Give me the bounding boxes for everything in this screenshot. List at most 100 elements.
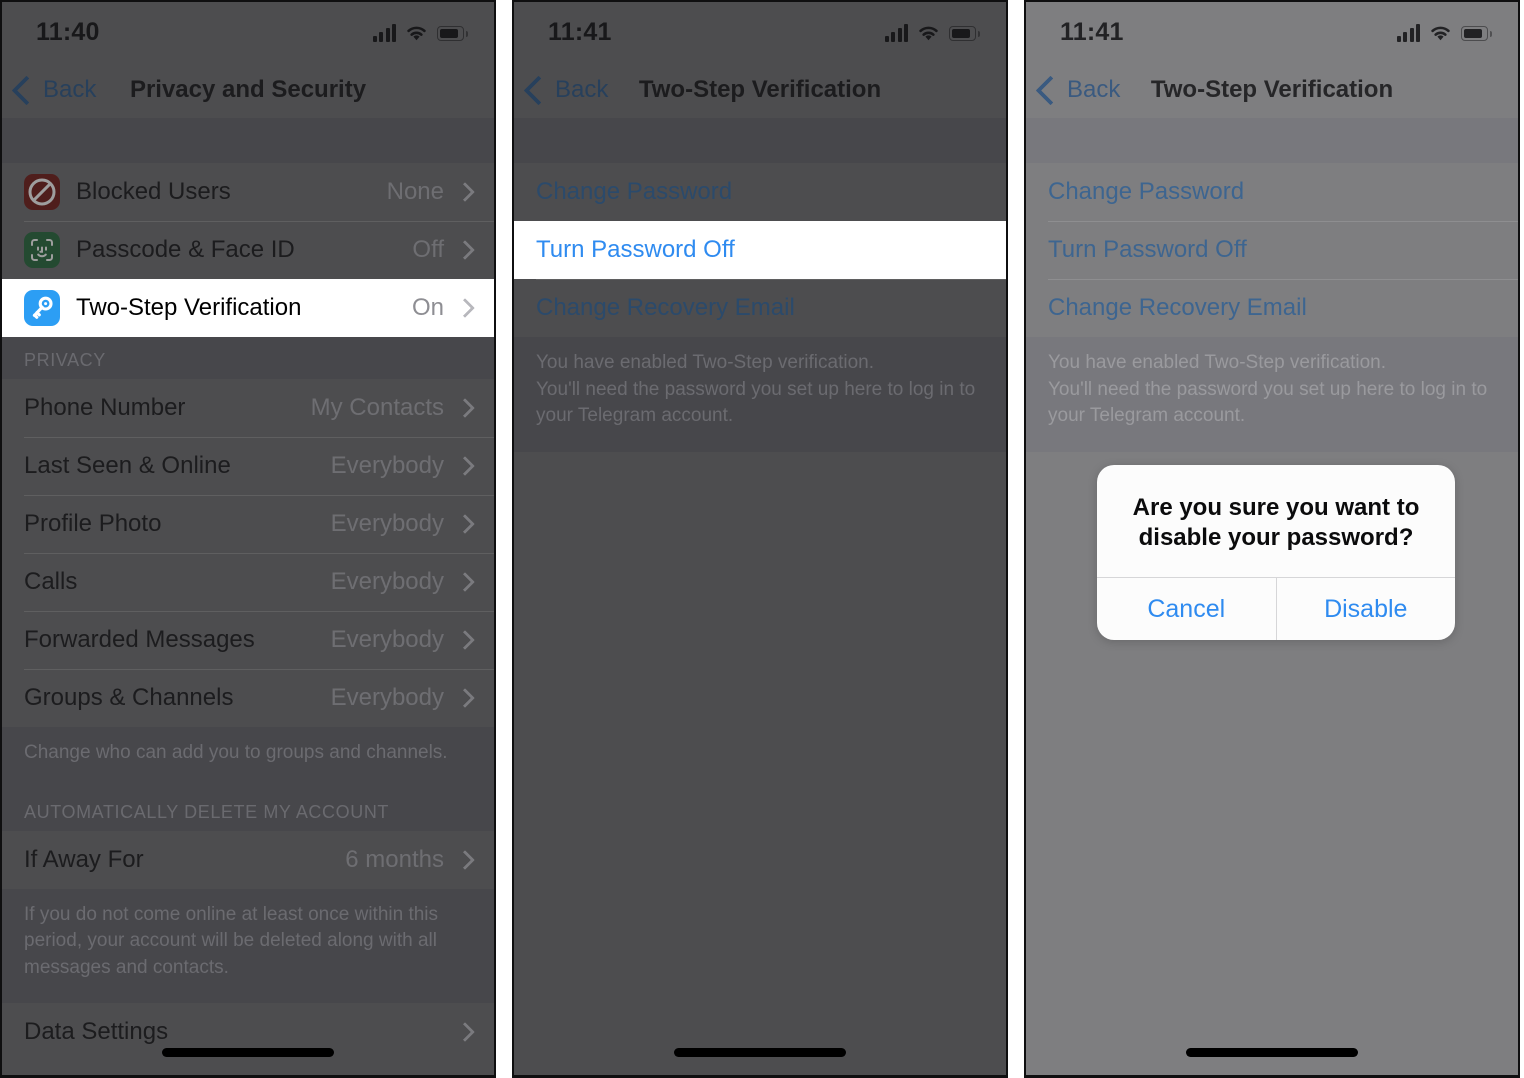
status-bar-icons bbox=[1396, 20, 1492, 42]
settings-row-label: If Away For bbox=[24, 845, 144, 873]
section-footer-two-step: You have enabled Two-Step verification. … bbox=[1026, 337, 1518, 452]
alert-actions: Cancel Disable bbox=[1097, 577, 1456, 641]
settings-row-value: Off bbox=[412, 236, 444, 263]
phone-panel-two-step-verification: 11:41 Back Two-Step Verification Change … bbox=[512, 0, 1008, 1078]
auto-delete-group: If Away For 6 months bbox=[2, 830, 494, 889]
alert-title: Are you sure you want to disable your pa… bbox=[1132, 494, 1420, 552]
navigation-bar: Back Two-Step Verification bbox=[514, 62, 1006, 118]
chevron-right-icon bbox=[455, 630, 475, 650]
privacy-group: Phone Number My Contacts Last Seen & Onl… bbox=[2, 379, 494, 727]
security-group: Blocked Users None Passcode & Face ID Of… bbox=[2, 163, 494, 337]
section-footer-privacy: Change who can add you to groups and cha… bbox=[2, 727, 494, 789]
page-title: Two-Step Verification bbox=[1150, 76, 1394, 103]
chevron-right-icon bbox=[455, 398, 475, 418]
settings-row-value: None bbox=[386, 178, 444, 205]
chevron-right-icon bbox=[455, 1022, 475, 1043]
settings-row-label: Passcode & Face ID bbox=[76, 236, 295, 263]
action-turn-password-off[interactable]: Turn Password Off bbox=[1026, 221, 1518, 279]
phone-panel-privacy-and-security: 11:40 Back Privacy and Security Blocked … bbox=[0, 0, 496, 1078]
settings-row-value: Everybody bbox=[330, 684, 444, 711]
chevron-right-icon bbox=[455, 298, 475, 318]
settings-row-label: Groups & Channels bbox=[24, 684, 234, 711]
status-bar: 11:41 bbox=[1026, 2, 1518, 62]
status-bar-time: 11:40 bbox=[36, 18, 100, 46]
status-bar-time: 11:41 bbox=[548, 18, 612, 46]
settings-row-calls[interactable]: Calls Everybody bbox=[2, 553, 494, 611]
settings-list: Blocked Users None Passcode & Face ID Of… bbox=[2, 118, 494, 1075]
two-step-verification-key-icon bbox=[24, 290, 60, 326]
list-top-spacer bbox=[2, 118, 494, 163]
settings-row-two-step-verification[interactable]: Two-Step Verification On bbox=[2, 279, 494, 337]
page-title: Two-Step Verification bbox=[638, 76, 882, 103]
settings-row-label: Phone Number bbox=[24, 394, 186, 421]
screen-privacy-and-security: 11:40 Back Privacy and Security Blocked … bbox=[2, 2, 494, 1075]
disable-password-alert: Are you sure you want to disable your pa… bbox=[1097, 465, 1456, 641]
screen-two-step-verification: 11:41 Back Two-Step Verification Change … bbox=[514, 2, 1006, 1075]
battery-icon bbox=[1461, 26, 1492, 42]
settings-row-label: Forwarded Messages bbox=[24, 626, 255, 653]
section-header-privacy: PRIVACY bbox=[2, 337, 494, 379]
section-header-auto-delete: AUTOMATICALLY DELETE MY ACCOUNT bbox=[2, 788, 494, 831]
chevron-right-icon bbox=[455, 688, 475, 708]
settings-list: Change Password Turn Password Off Change… bbox=[514, 118, 1006, 1075]
settings-row-if-away-for[interactable]: If Away For 6 months bbox=[2, 831, 494, 889]
chevron-right-icon bbox=[455, 572, 475, 592]
home-indicator bbox=[674, 1048, 846, 1057]
status-bar-time: 11:41 bbox=[1060, 18, 1124, 46]
blocked-users-icon bbox=[24, 174, 60, 210]
cancel-button[interactable]: Cancel bbox=[1097, 578, 1276, 640]
status-bar: 11:40 bbox=[2, 2, 494, 62]
list-top-spacer bbox=[1026, 118, 1518, 163]
signal-bars-icon bbox=[1396, 24, 1420, 42]
chevron-right-icon bbox=[455, 514, 475, 534]
settings-row-label: Data Settings bbox=[24, 1018, 169, 1046]
status-bar-icons bbox=[884, 20, 980, 42]
face-id-icon bbox=[24, 232, 60, 268]
action-change-recovery-email[interactable]: Change Recovery Email bbox=[1026, 279, 1518, 337]
section-footer-auto-delete: If you do not come online at least once … bbox=[2, 888, 494, 1004]
screen-two-step-verification-confirm: 11:41 Back Two-Step Verification Change … bbox=[1026, 2, 1518, 1075]
settings-row-value: Everybody bbox=[330, 568, 444, 595]
page-title: Privacy and Security bbox=[129, 76, 367, 103]
screenshot-stage: 11:40 Back Privacy and Security Blocked … bbox=[0, 0, 1524, 1078]
settings-row-value: Everybody bbox=[330, 452, 444, 479]
settings-row-value: Everybody bbox=[330, 510, 444, 537]
navigation-bar: Back Two-Step Verification bbox=[1026, 62, 1518, 118]
status-bar-icons bbox=[372, 20, 468, 42]
settings-row-value: On bbox=[411, 294, 444, 321]
password-actions-group: Change Password Turn Password Off Change… bbox=[514, 163, 1006, 337]
phone-panel-two-step-verification-confirm: 11:41 Back Two-Step Verification Change … bbox=[1024, 0, 1520, 1078]
navigation-bar: Back Privacy and Security bbox=[2, 62, 494, 118]
settings-row-label: Last Seen & Online bbox=[24, 452, 231, 479]
wifi-icon bbox=[405, 24, 428, 42]
action-change-password[interactable]: Change Password bbox=[1026, 163, 1518, 221]
settings-row-label: Calls bbox=[24, 568, 78, 595]
chevron-right-icon bbox=[455, 182, 475, 202]
action-turn-password-off[interactable]: Turn Password Off bbox=[514, 221, 1006, 279]
battery-icon bbox=[949, 26, 980, 42]
action-change-recovery-email[interactable]: Change Recovery Email bbox=[514, 279, 1006, 337]
disable-button[interactable]: Disable bbox=[1275, 578, 1456, 641]
settings-row-label: Profile Photo bbox=[24, 510, 162, 537]
settings-row-label: Blocked Users bbox=[76, 178, 231, 205]
settings-row-groups-channels[interactable]: Groups & Channels Everybody bbox=[2, 669, 494, 727]
wifi-icon bbox=[1429, 24, 1452, 42]
battery-icon bbox=[437, 26, 468, 42]
signal-bars-icon bbox=[884, 24, 908, 42]
settings-row-passcode-face-id[interactable]: Passcode & Face ID Off bbox=[2, 221, 494, 279]
settings-row-forwarded-messages[interactable]: Forwarded Messages Everybody bbox=[2, 611, 494, 669]
home-indicator bbox=[1186, 1048, 1358, 1057]
settings-row-blocked-users[interactable]: Blocked Users None bbox=[2, 163, 494, 221]
settings-row-last-seen-online[interactable]: Last Seen & Online Everybody bbox=[2, 437, 494, 495]
password-actions-group: Change Password Turn Password Off Change… bbox=[1026, 163, 1518, 337]
settings-row-value: Everybody bbox=[330, 626, 444, 653]
list-top-spacer bbox=[514, 118, 1006, 163]
settings-row-value: My Contacts bbox=[310, 394, 444, 421]
settings-row-profile-photo[interactable]: Profile Photo Everybody bbox=[2, 495, 494, 553]
action-change-password[interactable]: Change Password bbox=[514, 163, 1006, 221]
wifi-icon bbox=[917, 24, 940, 42]
alert-body: Are you sure you want to disable your pa… bbox=[1097, 465, 1455, 577]
settings-row-value: 6 months bbox=[345, 845, 444, 873]
settings-row-phone-number[interactable]: Phone Number My Contacts bbox=[2, 379, 494, 437]
chevron-right-icon bbox=[455, 849, 475, 870]
